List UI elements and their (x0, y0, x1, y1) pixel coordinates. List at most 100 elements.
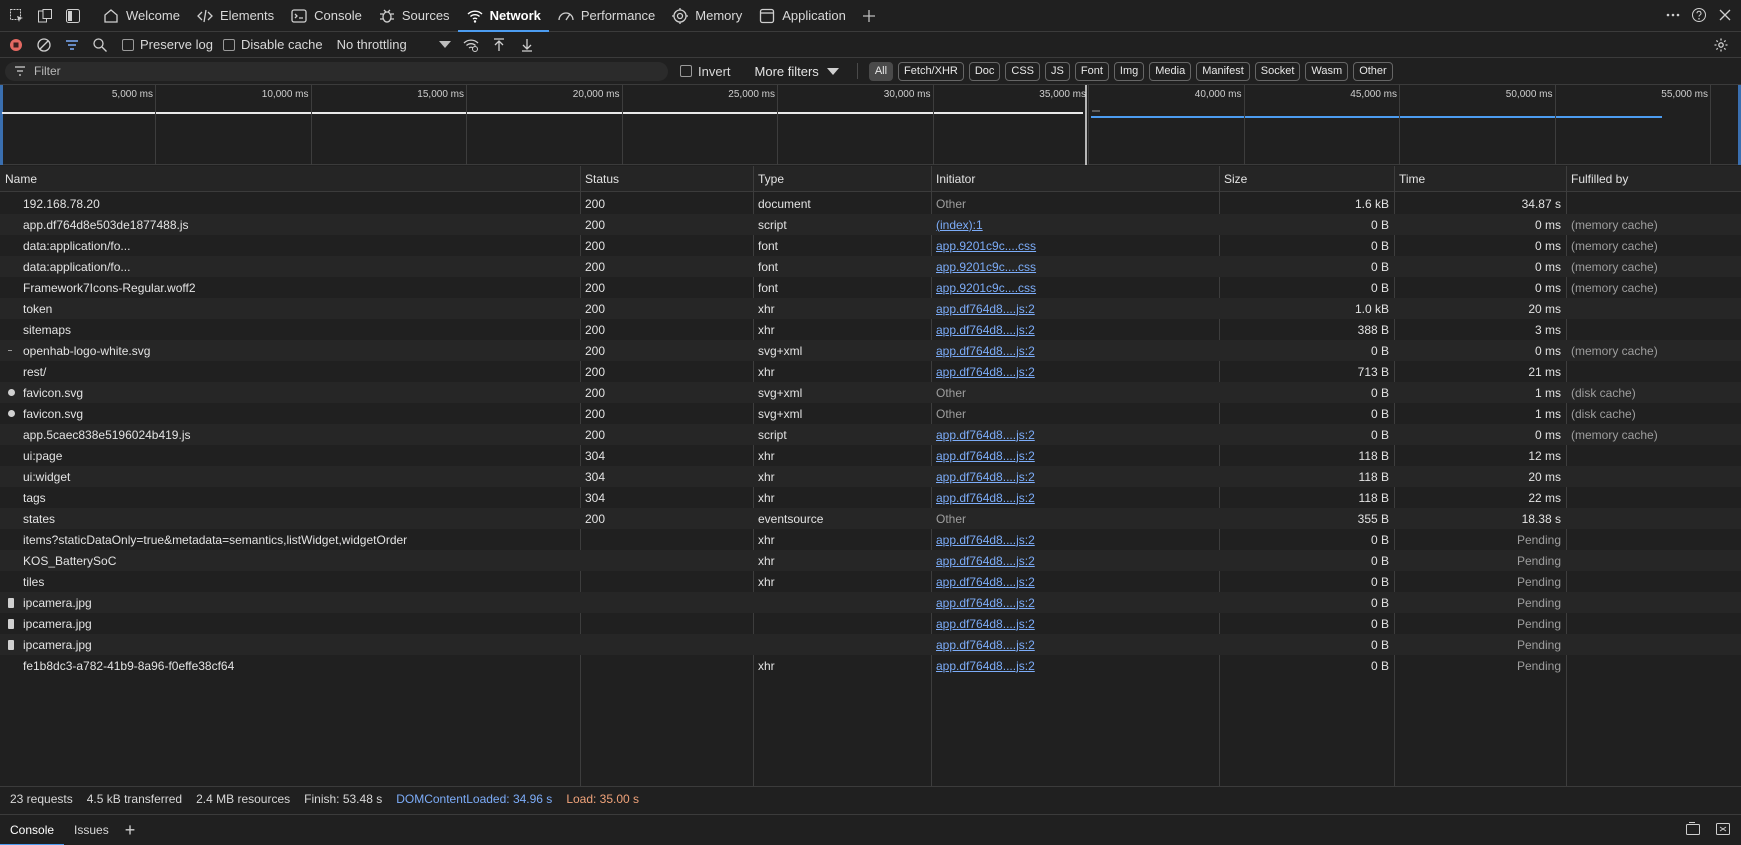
filter-toggle-icon[interactable] (60, 33, 84, 57)
table-row[interactable]: tags 304 xhr app.df764d8....js:2 118 B 22 ms (0, 487, 1741, 508)
close-icon[interactable] (1717, 7, 1733, 26)
dock-to-right-icon[interactable] (1685, 821, 1701, 840)
tab-network[interactable]: Network (457, 0, 550, 32)
filter-chip-fetch-xhr[interactable]: Fetch/XHR (898, 61, 964, 81)
throttling-select[interactable]: No throttling (337, 37, 451, 52)
close-drawer-icon[interactable] (1715, 821, 1731, 840)
filter-chip-js[interactable]: JS (1045, 61, 1070, 81)
table-row[interactable]: data:application/fo... 200 font app.9201c9c… (0, 235, 1741, 256)
column-time[interactable]: Time (1394, 166, 1566, 191)
cell-initiator[interactable]: app.df764d8....js:2 (931, 445, 1219, 466)
cell-initiator[interactable]: app.9201c9c....css (931, 277, 1219, 298)
table-row[interactable]: KOS_BatterySoC xhr app.df764d8....js:2 0 B P… (0, 550, 1741, 571)
filter-chip-manifest[interactable]: Manifest (1196, 61, 1250, 81)
tab-memory[interactable]: Memory (663, 0, 750, 32)
column-size[interactable]: Size (1219, 166, 1394, 191)
table-row[interactable]: fe1b8dc3-a782-41b9-8a96-f0effe38cf64 xhr a… (0, 655, 1741, 676)
cell-initiator[interactable]: app.df764d8....js:2 (931, 298, 1219, 319)
cell-initiator[interactable]: app.df764d8....js:2 (931, 424, 1219, 445)
cell-initiator[interactable]: app.9201c9c....css (931, 235, 1219, 256)
cell-initiator[interactable]: app.df764d8....js:2 (931, 655, 1219, 676)
tab-performance[interactable]: Performance (549, 0, 663, 32)
filter-chip-css[interactable]: CSS (1005, 61, 1041, 81)
cell-initiator[interactable]: app.9201c9c....css (931, 256, 1219, 277)
tab-application[interactable]: Application (750, 0, 854, 32)
table-row[interactable]: ui:widget 304 xhr app.df764d8....js:2 118 B 2… (0, 466, 1741, 487)
add-drawer-tab-icon[interactable]: + (125, 820, 136, 841)
cell-initiator[interactable]: app.df764d8....js:2 (931, 592, 1219, 613)
search-icon[interactable] (88, 33, 112, 57)
table-row[interactable]: app.5caec838e5196024b419.js 200 script app.… (0, 424, 1741, 445)
table-row[interactable]: 192.168.78.20 200 document Other 1.6 kB 34.87… (0, 193, 1741, 214)
table-row[interactable]: token 200 xhr app.df764d8....js:2 1.0 kB 20 m… (0, 298, 1741, 319)
export-har-icon[interactable] (515, 33, 539, 57)
cell-initiator[interactable]: app.df764d8....js:2 (931, 529, 1219, 550)
cell-initiator[interactable]: (index):1 (931, 214, 1219, 235)
invert-label: Invert (698, 63, 731, 79)
cell-status (580, 571, 753, 592)
column-fulfilled-by[interactable]: Fulfilled by (1566, 166, 1741, 191)
table-row[interactable]: states 200 eventsource Other 355 B 18.38 s (0, 508, 1741, 529)
drawer-tab-console[interactable]: Console (0, 815, 65, 845)
overview-handle-left[interactable] (0, 85, 3, 165)
cell-initiator[interactable]: app.df764d8....js:2 (931, 613, 1219, 634)
cell-initiator[interactable]: app.df764d8....js:2 (931, 634, 1219, 655)
filter-chip-all[interactable]: All (868, 61, 894, 81)
table-row[interactable]: sitemaps 200 xhr app.df764d8....js:2 388 B 3 … (0, 319, 1741, 340)
help-icon[interactable] (1691, 7, 1707, 26)
add-tab-icon[interactable] (858, 5, 880, 27)
table-row[interactable]: ui:page 304 xhr app.df764d8....js:2 118 B 12 … (0, 445, 1741, 466)
table-row[interactable]: items?staticDataOnly=true&metadata=seman… (0, 529, 1741, 550)
filter-chip-img[interactable]: Img (1113, 61, 1145, 81)
cell-initiator[interactable]: app.df764d8....js:2 (931, 550, 1219, 571)
drawer-tab-issues[interactable]: Issues (64, 815, 119, 845)
column-name[interactable]: Name (0, 166, 580, 191)
table-row[interactable]: Framework7Icons-Regular.woff2 200 font app.… (0, 277, 1741, 298)
filter-chip-socket[interactable]: Socket (1254, 61, 1301, 81)
import-har-icon[interactable] (487, 33, 511, 57)
tab-console[interactable]: Console (282, 0, 370, 32)
filter-chip-doc[interactable]: Doc (968, 61, 1001, 81)
table-row[interactable]: rest/200 xhr app.df764d8....js:2 713 B 21 ms (0, 361, 1741, 382)
disable-cache-checkbox[interactable]: Disable cache (222, 37, 323, 52)
column-type[interactable]: Type (753, 166, 931, 191)
record-stop-icon[interactable] (4, 33, 28, 57)
dock-sidebar-icon[interactable] (62, 5, 84, 27)
table-row[interactable]: data:application/fo... 200 font app.9201c9c… (0, 256, 1741, 277)
cell-initiator[interactable]: app.df764d8....js:2 (931, 340, 1219, 361)
table-row[interactable]: favicon.svg 200 svg+xml Other 0 B 1 ms (disk c… (0, 382, 1741, 403)
tab-elements[interactable]: Elements (188, 0, 282, 32)
inspect-element-icon[interactable] (6, 5, 28, 27)
tab-sources[interactable]: Sources (370, 0, 458, 32)
filter-chip-media[interactable]: Media (1149, 61, 1192, 81)
settings-gear-icon[interactable] (1709, 33, 1733, 57)
clear-icon[interactable] (32, 33, 56, 57)
table-row[interactable]: favicon.svg 200 svg+xml Other 0 B 1 ms (disk c… (0, 403, 1741, 424)
device-emulation-icon[interactable] (34, 5, 56, 27)
cell-initiator[interactable]: app.df764d8....js:2 (931, 319, 1219, 340)
more-filters-dropdown[interactable]: More filters (755, 64, 839, 79)
cell-fulfilled (1566, 655, 1741, 676)
cell-initiator[interactable]: app.df764d8....js:2 (931, 487, 1219, 508)
table-row[interactable]: ipcamera.jpg app.df764d8....js:2 0 B Pendin… (0, 634, 1741, 655)
filter-chip-other[interactable]: Other (1353, 61, 1393, 81)
cell-initiator[interactable]: app.df764d8....js:2 (931, 571, 1219, 592)
more-options-icon[interactable] (1665, 7, 1681, 26)
table-row[interactable]: ipcamera.jpg app.df764d8....js:2 0 B Pendin… (0, 592, 1741, 613)
cell-initiator[interactable]: app.df764d8....js:2 (931, 466, 1219, 487)
tab-welcome[interactable]: Welcome (94, 0, 188, 32)
table-row[interactable]: tiles xhr app.df764d8....js:2 0 B Pending (0, 571, 1741, 592)
cell-initiator[interactable]: app.df764d8....js:2 (931, 361, 1219, 382)
preserve-log-checkbox[interactable]: Preserve log (122, 37, 213, 52)
network-conditions-icon[interactable] (459, 33, 483, 57)
column-initiator[interactable]: Initiator (931, 166, 1219, 191)
table-row[interactable]: openhab-logo-white.svg 200 svg+xml app.df76… (0, 340, 1741, 361)
invert-checkbox[interactable]: Invert (680, 64, 731, 79)
filter-chip-font[interactable]: Font (1074, 61, 1109, 81)
table-row[interactable]: app.df764d8e503de1877488.js 200 script (ind… (0, 214, 1741, 235)
table-row[interactable]: ipcamera.jpg app.df764d8....js:2 0 B Pendin… (0, 613, 1741, 634)
column-status[interactable]: Status (580, 166, 753, 191)
cell-type: font (758, 238, 779, 253)
filter-input[interactable]: Filter (5, 61, 668, 81)
filter-chip-wasm[interactable]: Wasm (1305, 61, 1349, 81)
